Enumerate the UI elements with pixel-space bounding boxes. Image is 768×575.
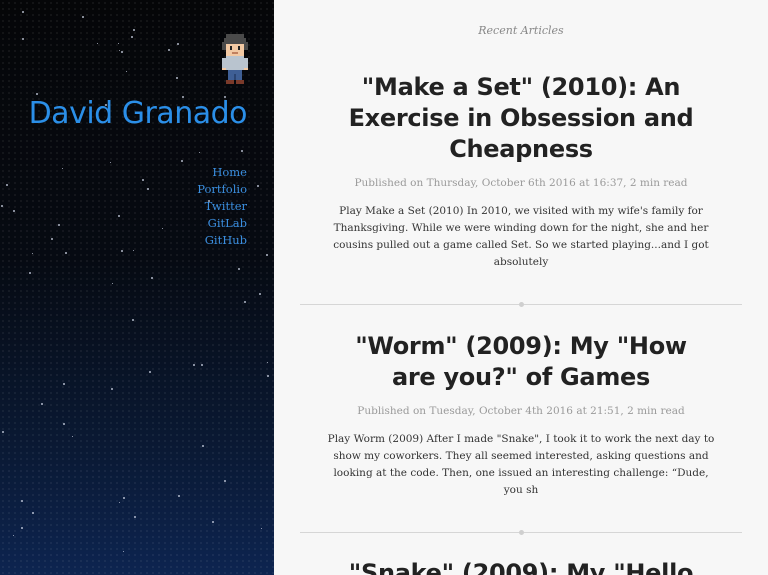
site-title-link[interactable]: David Granado [29, 96, 248, 131]
star [110, 162, 111, 163]
star [63, 383, 65, 385]
star [21, 527, 23, 529]
nav-gitlab-link[interactable]: GitLab [197, 215, 247, 232]
nav-home-link[interactable]: Home [197, 164, 247, 181]
star [97, 43, 98, 44]
star [6, 184, 8, 186]
star [22, 38, 24, 40]
star [13, 535, 14, 536]
star [267, 362, 268, 363]
star [241, 150, 243, 152]
star [126, 71, 127, 72]
article-title: "Make a Set" (2010): An Exercise in Obse… [341, 72, 701, 165]
article-title-link[interactable]: "Snake" (2009): My "Hello [349, 559, 694, 575]
sidebar: David Granado Home Portfolio Twitter Git… [0, 0, 274, 575]
star [201, 364, 203, 366]
article-excerpt: Play Worm (2009) After I made "Snake", I… [327, 433, 715, 496]
star [72, 436, 73, 437]
starfield-background [0, 0, 274, 575]
star [123, 497, 125, 499]
star [261, 528, 262, 529]
divider-dot [519, 302, 524, 307]
star [133, 29, 135, 31]
star [119, 502, 120, 503]
article-card: "Snake" (2009): My "Hello [300, 558, 742, 575]
article-card: "Make a Set" (2010): An Exercise in Obse… [300, 72, 742, 271]
article-excerpt: Play Make a Set (2010) In 2010, we visit… [333, 205, 709, 268]
star [118, 43, 119, 44]
star [118, 215, 120, 217]
star [29, 272, 31, 274]
star [181, 160, 183, 162]
star [2, 431, 4, 433]
star [1, 205, 3, 207]
star [36, 93, 38, 95]
star [162, 228, 163, 229]
star [202, 445, 204, 447]
star [224, 480, 226, 482]
star [22, 11, 24, 13]
star [244, 301, 246, 303]
article-meta: Published on Tuesday, October 4th 2016 a… [357, 405, 685, 417]
nav-github-link[interactable]: GitHub [197, 232, 247, 249]
star [176, 77, 178, 79]
star [193, 364, 195, 366]
star [267, 375, 269, 377]
nav-portfolio-link[interactable]: Portfolio [197, 181, 247, 198]
avatar-icon [222, 34, 248, 84]
star [58, 224, 60, 226]
star [177, 43, 179, 45]
star [149, 371, 151, 373]
article-divider [300, 530, 742, 535]
star [65, 252, 67, 254]
star [131, 36, 133, 38]
star [63, 423, 65, 425]
star [82, 16, 84, 18]
star [32, 512, 34, 514]
star [238, 268, 240, 270]
article-meta: Published on Thursday, October 6th 2016 … [354, 177, 688, 189]
article-title-link[interactable]: "Make a Set" (2010): An Exercise in Obse… [349, 73, 694, 163]
star [142, 179, 144, 181]
star [121, 250, 123, 252]
star [32, 253, 33, 254]
star [212, 521, 214, 523]
star [132, 319, 134, 321]
article-title: "Snake" (2009): My "Hello [331, 558, 711, 575]
star [266, 254, 268, 256]
nav-twitter-link[interactable]: Twitter [197, 198, 247, 215]
star [21, 500, 23, 502]
star [168, 49, 170, 51]
star [51, 238, 53, 240]
star [121, 51, 123, 53]
star [199, 152, 200, 153]
star [257, 185, 259, 187]
main-content: Recent Articles "Make a Set" (2010): An … [274, 0, 768, 575]
star [62, 168, 63, 169]
article-card: "Worm" (2009): My "How are you?" of Game… [300, 331, 742, 499]
star [147, 188, 149, 190]
article-title-link[interactable]: "Worm" (2009): My "How are you?" of Game… [355, 332, 687, 391]
section-label: Recent Articles [478, 24, 564, 37]
star [151, 277, 153, 279]
star [111, 388, 113, 390]
star [123, 551, 124, 552]
star [13, 210, 15, 212]
star [41, 403, 43, 405]
star [259, 293, 261, 295]
star [134, 516, 136, 518]
star [112, 283, 113, 284]
star [178, 495, 180, 497]
article-divider [300, 302, 742, 307]
article-title: "Worm" (2009): My "How are you?" of Game… [331, 331, 711, 393]
divider-dot [519, 530, 524, 535]
star [119, 50, 120, 51]
sidebar-nav: Home Portfolio Twitter GitLab GitHub [197, 164, 247, 249]
star [133, 250, 134, 251]
